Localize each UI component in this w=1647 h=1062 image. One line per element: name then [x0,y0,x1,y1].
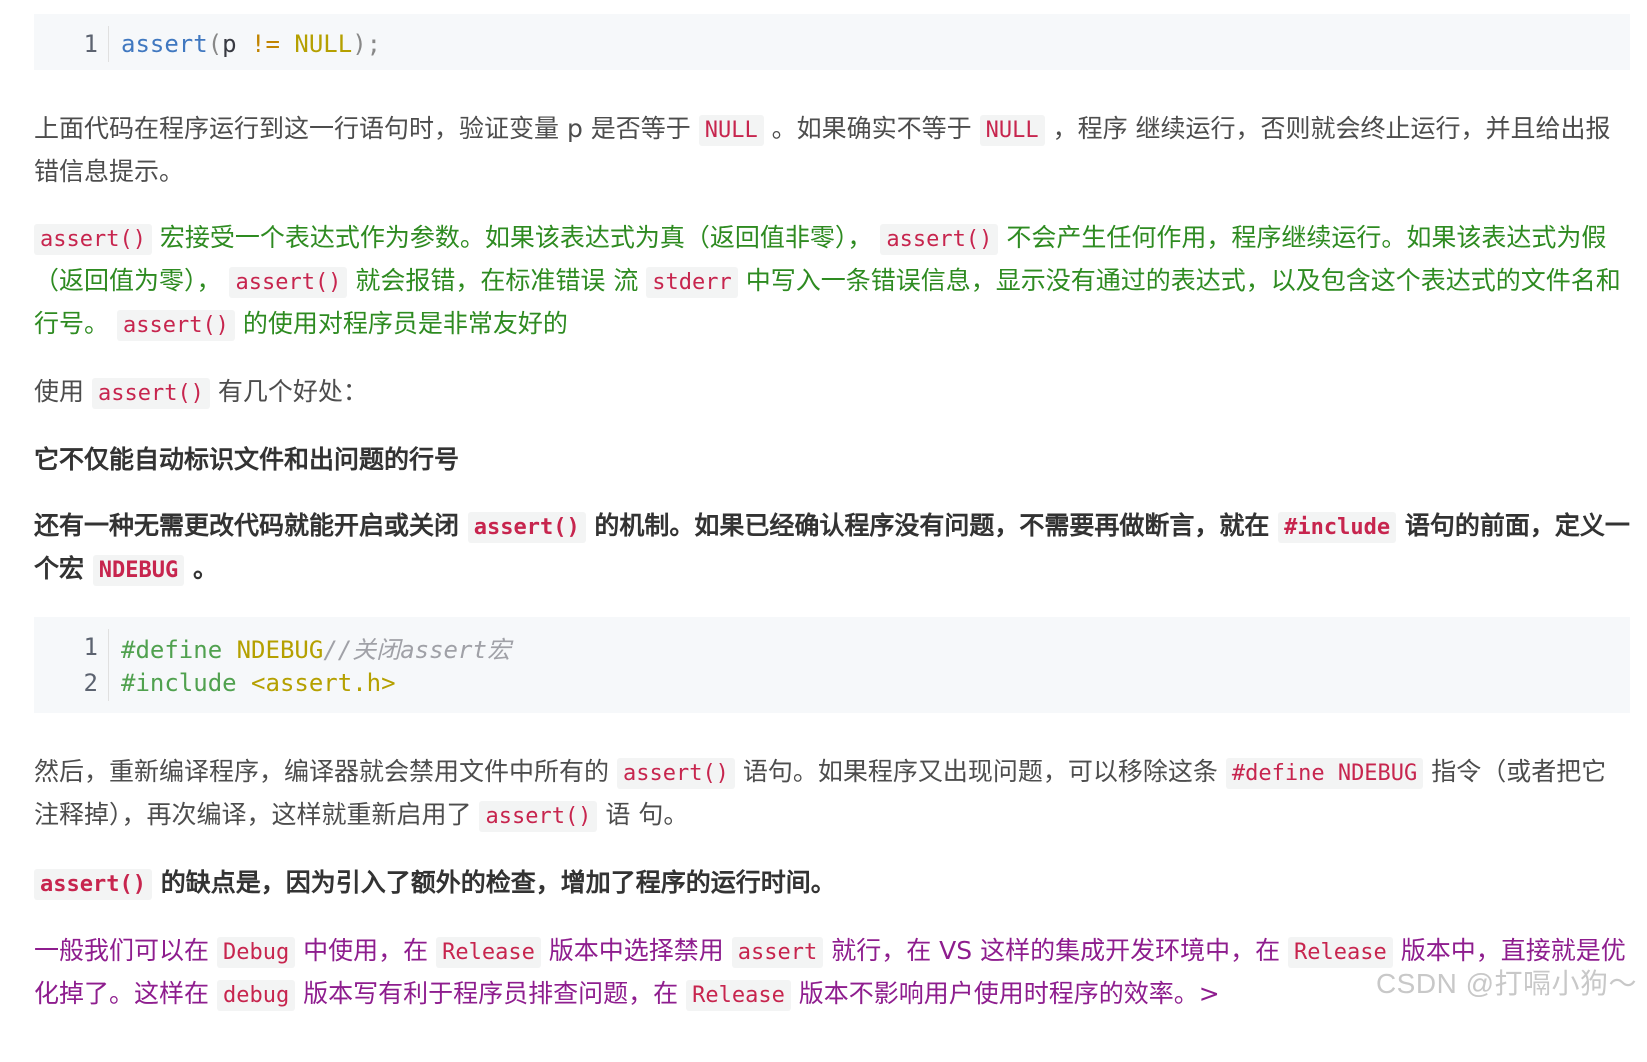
code-token: NDEBUG [222,635,324,664]
paragraph-1: 上面代码在程序运行到这一行语句时，验证变量 p 是否等于 NULL 。如果确实不… [34,108,1630,192]
line-number: 1 [34,26,109,62]
code-text: assert(p != NULL); [109,30,381,58]
code-line: 1 assert(p != NULL); [34,26,1630,62]
paragraph-4: 它不仅能自动标识文件和出问题的行号 [34,439,1630,480]
inline-code: Debug [216,937,296,968]
inline-code: NULL [979,115,1045,146]
text: 版本写有利于程序员排查问题，在 [303,979,679,1008]
inline-code: assert() [479,801,598,832]
inline-code: assert [731,937,824,968]
inline-code: assert() [467,512,586,543]
code-token: #define [121,635,223,664]
code-text: #define NDEBUG//关闭assert宏 [109,630,511,665]
text: 中使用，在 [303,936,429,965]
code-comment: //关闭assert宏 [323,635,511,664]
code-token: <assert.h> [236,669,396,697]
text: 宏接受一个表达式作为参数。如果该表达式为真（返回值非零）， [159,223,873,252]
text: 版本不影响用户使用时程序的效率。> [798,979,1220,1008]
inline-code: Release [686,980,791,1011]
inline-code: assert() [116,310,235,341]
inline-code: #define NDEBUG [1225,758,1424,789]
code-token: ); [352,30,382,58]
paragraph-2: assert() 宏接受一个表达式作为参数。如果该表达式为真（返回值非零）， a… [34,217,1630,346]
paragraph-7: assert() 的缺点是，因为引入了额外的检查，增加了程序的运行时间。 [34,862,1630,905]
text: 语 句。 [605,800,689,829]
inline-code: #include [1278,512,1397,543]
text: 就会报错，在标准错误 流 [355,266,639,295]
inline-code: NDEBUG [92,555,185,586]
code-token: p [222,30,237,58]
text: 上面代码在程序运行到这一行语句时，验证变量 p 是否等于 [34,114,691,143]
paragraph-6: 然后，重新编译程序，编译器就会禁用文件中所有的 assert() 语句。如果程序… [34,751,1630,837]
inline-code: assert() [34,224,152,255]
code-text: #include <assert.h> [109,669,396,697]
text: 的缺点是，因为引入了额外的检查，增加了程序的运行时间。 [160,868,836,897]
code-line: 2 #include <assert.h> [34,665,1630,701]
inline-code: debug [216,980,296,1011]
text: 。 [192,554,218,583]
inline-code: assert() [91,378,210,409]
text: 还有一种无需更改代码就能开启或关闭 [34,511,460,540]
text: 版本中选择禁用 [548,936,724,965]
inline-code: assert() [229,267,348,298]
text: 。如果确实不等于 [771,114,972,143]
text: 的使用对程序员是非常友好的 [242,309,568,338]
text: 使用 [34,377,85,406]
text: 它不仅能自动标识文件和出问题的行号 [34,445,460,474]
text: 然后，重新编译程序，编译器就会禁用文件中所有的 [34,757,610,786]
inline-code: stderr [646,267,738,298]
inline-code: Release [436,937,541,968]
text: 的机制。如果已经确认程序没有问题，不需要再做断言，就在 [594,511,1270,540]
inline-code: assert() [616,758,735,789]
code-line: 1 #define NDEBUG//关闭assert宏 [34,629,1630,665]
code-token: assert [121,30,208,58]
line-number: 1 [34,629,109,665]
line-number: 2 [34,665,109,701]
text: 语句。如果程序又出现问题，可以移除这条 [742,757,1218,786]
text: 有几个好处： [217,377,368,406]
csdn-watermark: CSDN @打嗝小狗～ [1375,968,1637,999]
code-token: #include [121,669,237,697]
code-token: ( [207,30,223,58]
text: 一般我们可以在 [34,936,210,965]
code-token: != [236,30,295,58]
paragraph-3: 使用 assert() 有几个好处： [34,371,1630,414]
article-body: 1 assert(p != NULL); 上面代码在程序运行到这一行语句时，验证… [34,14,1630,1016]
inline-code: assert() [880,224,999,255]
code-block-2: 1 #define NDEBUG//关闭assert宏 2 #include <… [34,617,1630,713]
inline-code: NULL [698,115,764,146]
paragraph-5: 还有一种无需更改代码就能开启或关闭 assert() 的机制。如果已经确认程序没… [34,505,1630,591]
code-token: NULL [294,30,353,58]
text: 就行，在 VS 这样的集成开发环境中，在 [831,936,1281,965]
code-block-1: 1 assert(p != NULL); [34,14,1630,70]
inline-code: assert() [34,869,152,900]
